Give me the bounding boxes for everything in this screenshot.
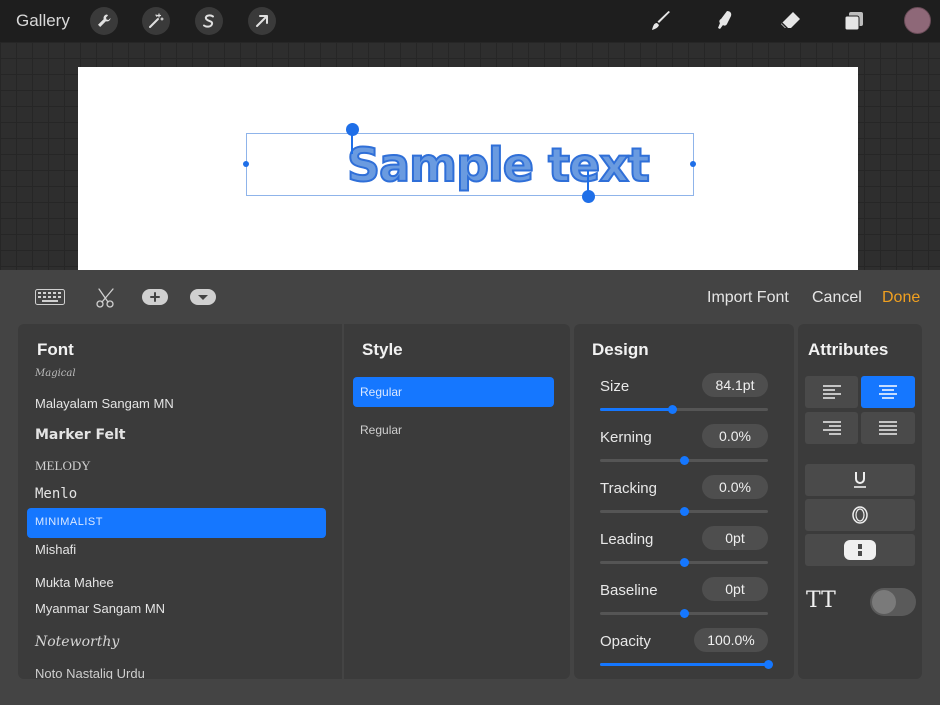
magic-wand-icon[interactable] bbox=[142, 7, 170, 35]
font-item-malayalam[interactable]: Malayalam Sangam MN bbox=[35, 396, 174, 411]
kerning-value[interactable]: 0.0% bbox=[702, 424, 768, 448]
font-column-title: Font bbox=[37, 340, 74, 359]
kerning-slider[interactable] bbox=[600, 456, 768, 465]
size-value[interactable]: 84.1pt bbox=[702, 373, 768, 397]
style-column-title: Style bbox=[362, 340, 403, 359]
baseline-slider-knob[interactable] bbox=[680, 609, 689, 618]
attributes-panel: Attributes TT bbox=[798, 324, 922, 679]
opacity-slider[interactable] bbox=[600, 660, 773, 669]
brush-icon[interactable] bbox=[647, 7, 675, 35]
style-item-selected[interactable]: Regular bbox=[353, 377, 554, 407]
font-item-marker-felt[interactable]: Marker Felt bbox=[35, 427, 125, 443]
underline-icon[interactable] bbox=[805, 464, 915, 496]
transform-arrow-icon[interactable] bbox=[248, 7, 276, 35]
canvas-paper[interactable]: Sample text bbox=[78, 67, 858, 270]
canvas-area: Sample text bbox=[0, 42, 940, 270]
tracking-slider-knob[interactable] bbox=[680, 507, 689, 516]
align-justify-icon[interactable] bbox=[861, 412, 915, 444]
font-item-menlo[interactable]: Menlo bbox=[35, 486, 77, 502]
tracking-label: Tracking bbox=[600, 480, 657, 497]
text-selection-box[interactable]: Sample text bbox=[243, 123, 696, 203]
font-item-myanmar-sangam[interactable]: Myanmar Sangam MN bbox=[35, 601, 165, 616]
baseline-label: Baseline bbox=[600, 582, 658, 599]
panel-toolbar: Import Font Cancel Done bbox=[0, 270, 940, 324]
leading-value[interactable]: 0pt bbox=[702, 526, 768, 550]
cursor-start-handle[interactable] bbox=[346, 123, 359, 136]
kerning-slider-knob[interactable] bbox=[680, 456, 689, 465]
done-button[interactable]: Done bbox=[882, 289, 920, 307]
tracking-value[interactable]: 0.0% bbox=[702, 475, 768, 499]
size-slider[interactable] bbox=[600, 405, 768, 414]
leading-slider-knob[interactable] bbox=[680, 558, 689, 567]
right-resize-handle[interactable] bbox=[690, 161, 696, 167]
size-label: Size bbox=[600, 378, 630, 395]
selection-s-icon[interactable] bbox=[195, 7, 223, 35]
font-item-magical[interactable]: Magical bbox=[35, 368, 76, 379]
import-font-button[interactable]: Import Font bbox=[707, 289, 789, 307]
font-item-noteworthy[interactable]: Noteworthy bbox=[35, 634, 119, 650]
font-item-minimalist[interactable]: MINIMALIST bbox=[27, 508, 326, 538]
scissors-icon[interactable] bbox=[95, 287, 119, 309]
sample-text[interactable]: Sample text bbox=[346, 137, 651, 193]
text-edit-panel: Import Font Cancel Done Font Magical Mal… bbox=[0, 270, 940, 705]
smudge-icon[interactable] bbox=[711, 7, 739, 35]
eraser-icon[interactable] bbox=[776, 7, 804, 35]
design-column-title: Design bbox=[592, 340, 649, 359]
align-center-icon[interactable] bbox=[861, 376, 915, 408]
baseline-value[interactable]: 0pt bbox=[702, 577, 768, 601]
cursor-end-handle[interactable] bbox=[582, 190, 595, 203]
caps-toggle[interactable] bbox=[870, 588, 916, 616]
font-item-mukta-mahee[interactable]: Mukta Mahee bbox=[35, 575, 114, 590]
background-pill-icon[interactable] bbox=[805, 534, 915, 566]
caps-icon: TT bbox=[806, 588, 836, 613]
style-list-panel: Style Regular Regular bbox=[344, 324, 570, 679]
wrench-icon[interactable] bbox=[90, 7, 118, 35]
cancel-button[interactable]: Cancel bbox=[812, 289, 862, 307]
baseline-slider[interactable] bbox=[600, 609, 768, 618]
keyboard-icon[interactable] bbox=[35, 289, 65, 305]
opacity-slider-knob[interactable] bbox=[764, 660, 773, 669]
design-panel: Design Size 84.1pt Kerning 0.0% Tracking… bbox=[574, 324, 794, 679]
top-toolbar: Gallery bbox=[0, 0, 940, 42]
cursor-end-line bbox=[587, 170, 589, 192]
leading-slider[interactable] bbox=[600, 558, 768, 567]
layers-icon[interactable] bbox=[840, 7, 868, 35]
outline-icon[interactable] bbox=[805, 499, 915, 531]
font-item-melody[interactable]: MELODY bbox=[35, 458, 91, 474]
font-list-panel: Font Magical Malayalam Sangam MN Marker … bbox=[18, 324, 342, 679]
kerning-label: Kerning bbox=[600, 429, 652, 446]
caps-toggle-knob[interactable] bbox=[872, 590, 896, 614]
tracking-slider[interactable] bbox=[600, 507, 768, 516]
leading-label: Leading bbox=[600, 531, 654, 548]
color-swatch[interactable] bbox=[904, 7, 931, 34]
opacity-label: Opacity bbox=[600, 633, 651, 650]
left-resize-handle[interactable] bbox=[243, 161, 249, 167]
dropdown-pill-icon[interactable] bbox=[190, 289, 216, 305]
plus-pill-icon[interactable] bbox=[142, 289, 168, 305]
attributes-column-title: Attributes bbox=[808, 340, 889, 359]
size-slider-knob[interactable] bbox=[668, 405, 678, 414]
align-left-icon[interactable] bbox=[805, 376, 858, 408]
gallery-button[interactable]: Gallery bbox=[16, 11, 70, 31]
style-item-regular[interactable]: Regular bbox=[360, 423, 402, 437]
opacity-value[interactable]: 100.0% bbox=[694, 628, 768, 652]
align-right-icon[interactable] bbox=[805, 412, 858, 444]
font-item-noto-nastaliq[interactable]: Noto Nastaliq Urdu bbox=[35, 666, 145, 679]
font-item-mishafi[interactable]: Mishafi bbox=[35, 542, 76, 557]
